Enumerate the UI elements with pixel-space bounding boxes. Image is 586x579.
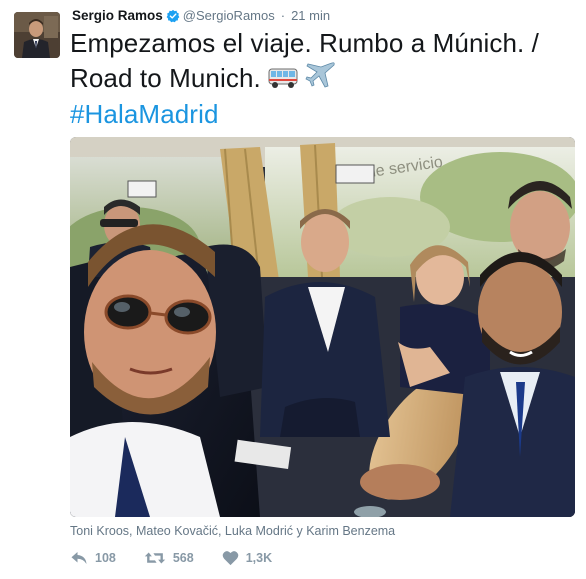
author-name[interactable]: Sergio Ramos	[72, 8, 163, 24]
reply-count: 108	[95, 551, 116, 565]
header-separator: ·	[280, 8, 286, 23]
like-button[interactable]: 1,3K	[222, 550, 272, 566]
bus-icon	[268, 65, 298, 98]
verified-badge-icon	[166, 9, 180, 23]
airplane-icon	[305, 60, 337, 98]
avatar-image	[14, 12, 60, 58]
tweet-photo[interactable]: ura de servicio	[70, 137, 575, 517]
author-handle[interactable]: @SergioRamos	[183, 8, 275, 24]
retweet-icon	[144, 552, 166, 564]
author-avatar[interactable]	[14, 12, 60, 58]
reply-button[interactable]: 108	[70, 550, 116, 566]
photo-caption: Toni Kroos, Mateo Kovačić, Luka Modrić y…	[70, 524, 396, 538]
tweet-timestamp[interactable]: 21 min	[291, 8, 330, 24]
retweet-button[interactable]: 568	[144, 550, 194, 566]
selfie-on-bus-image: ura de servicio	[70, 137, 575, 517]
tweet-actions: 108 568 1,3K	[70, 550, 300, 566]
reply-icon	[71, 552, 87, 564]
tweet-header: Sergio Ramos @SergioRamos · 21 min	[72, 8, 330, 24]
hashtag-link[interactable]: #HalaMadrid	[70, 98, 575, 131]
like-count: 1,3K	[245, 551, 273, 565]
tweet-text: Empezamos el viaje. Rumbo a Múnich. / Ro…	[70, 27, 575, 131]
retweet-count: 568	[172, 551, 194, 565]
heart-icon	[222, 551, 239, 566]
